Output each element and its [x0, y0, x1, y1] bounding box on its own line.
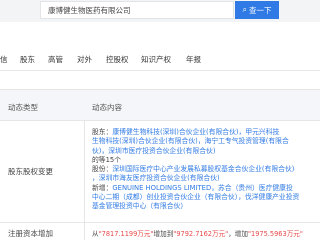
entity-link[interactable]: 中心二期（成都）创业投资合伙企业（有限合伙），伐洋健康产业投资	[92, 193, 299, 201]
capital-amount: "1975.5963万元"	[248, 230, 303, 238]
content-line: 伙)，深圳市医疗投资合伙企业(有限合伙)	[92, 147, 318, 156]
entity-link[interactable]: 伙)，深圳市医疗投资合伙企业(有限合伙)	[92, 147, 216, 155]
entity-link[interactable]: GENUINE HOLDINGS LIMITED，苏合（贵州）医疗健康投	[112, 184, 292, 192]
entity-link[interactable]: 康博健生物科技(深圳)合伙企业(有限合伙)，甲元兴科技	[112, 128, 279, 136]
row-type: 注册资本增加	[8, 229, 53, 238]
table-row: 注册资本增加 从"7817.1199万元"增加到"9792.7162万元"，增加…	[0, 224, 320, 240]
section-nav: 信 股东 高管 对外 控股权 知识产权 年报	[0, 54, 320, 68]
search-icon: ⌕	[242, 5, 247, 14]
capital-text: 增加到	[153, 230, 174, 238]
content-line: ，深圳市海友医疗投资合伙企业(有限合伙)	[92, 174, 318, 183]
search-button-label: 查一下	[248, 5, 272, 15]
dynamics-table: 动态类型 动态内容 股东股权变更 股东：康博健生物科技(深圳)合伙企业(有限合伙…	[0, 89, 320, 240]
nav-tab-holdings[interactable]: 控股权	[106, 54, 129, 65]
content-line: 中心二期（成都）创业投资合伙企业（有限合伙），伐洋健康产业投资	[92, 193, 318, 202]
search-input[interactable]: 康博健生物医药有限公司	[40, 1, 234, 19]
content-line: 的等15个	[92, 156, 318, 165]
content-label: 股东：	[92, 128, 113, 136]
entity-link[interactable]: 生物科技(深圳)合伙企业(有限合伙)，海宁工专气投资管理(有限合	[92, 137, 289, 145]
header-content: 动态内容	[92, 103, 122, 112]
nav-tab-shareholders[interactable]: 股东	[20, 54, 35, 65]
nav-tab-annual-report[interactable]: 年报	[186, 54, 201, 65]
nav-tab-executives[interactable]: 高管	[48, 54, 63, 65]
content-line: 新增：GENUINE HOLDINGS LIMITED，苏合（贵州）医疗健康投	[92, 184, 318, 193]
row-content: 股东：康博健生物科技(深圳)合伙企业(有限合伙)，甲元兴科技 生物科技(深圳)合伙…	[92, 128, 318, 212]
nav-tab-business-info[interactable]: 信	[0, 54, 8, 65]
content-line: 生物科技(深圳)合伙企业(有限合伙)，海宁工专气投资管理(有限合	[92, 137, 318, 146]
nav-tab-ip[interactable]: 知识产权	[141, 54, 171, 65]
content-line: 股东：康博健生物科技(深圳)合伙企业(有限合伙)，甲元兴科技	[92, 128, 318, 137]
header-type: 动态类型	[8, 103, 38, 112]
nav-tab-investments[interactable]: 对外	[77, 54, 92, 65]
content-line: 股份：深圳国际医疗中心产业发展私募股权基金合伙企业(有限合伙)	[92, 165, 318, 174]
content-label: 股份：	[92, 165, 113, 174]
capital-amount: "7817.1199万元"	[98, 230, 154, 238]
entity-link[interactable]: 基金管理投资中心（有限合伙）	[92, 202, 187, 210]
row-content: 从"7817.1199万元"增加到"9792.7162万元"，增加"1975.5…	[92, 228, 320, 238]
row-type: 股东股权变更	[8, 167, 53, 176]
table-row: 股东股权变更 股东：康博健生物科技(深圳)合伙企业(有限合伙)，甲元兴科技 生物科…	[0, 122, 320, 223]
capital-amount: "9792.7162万元"	[173, 230, 229, 238]
capital-text: ，增加	[228, 230, 248, 238]
capital-text: 从	[92, 230, 99, 238]
table-header: 动态类型 动态内容	[0, 90, 320, 121]
search-button[interactable]: ⌕ 查一下	[235, 1, 279, 19]
entity-link[interactable]: ，深圳市海友医疗投资合伙企业(有限合伙)	[92, 174, 220, 182]
nav-divider	[0, 70, 320, 71]
content-line: 基金管理投资中心（有限合伙）	[92, 202, 318, 211]
content-label: 的等15个	[92, 155, 122, 164]
entity-link[interactable]: 深圳国际医疗中心产业发展私募股权基金合伙企业(有限合伙)	[112, 165, 294, 173]
content-label: 新增：	[92, 183, 113, 192]
